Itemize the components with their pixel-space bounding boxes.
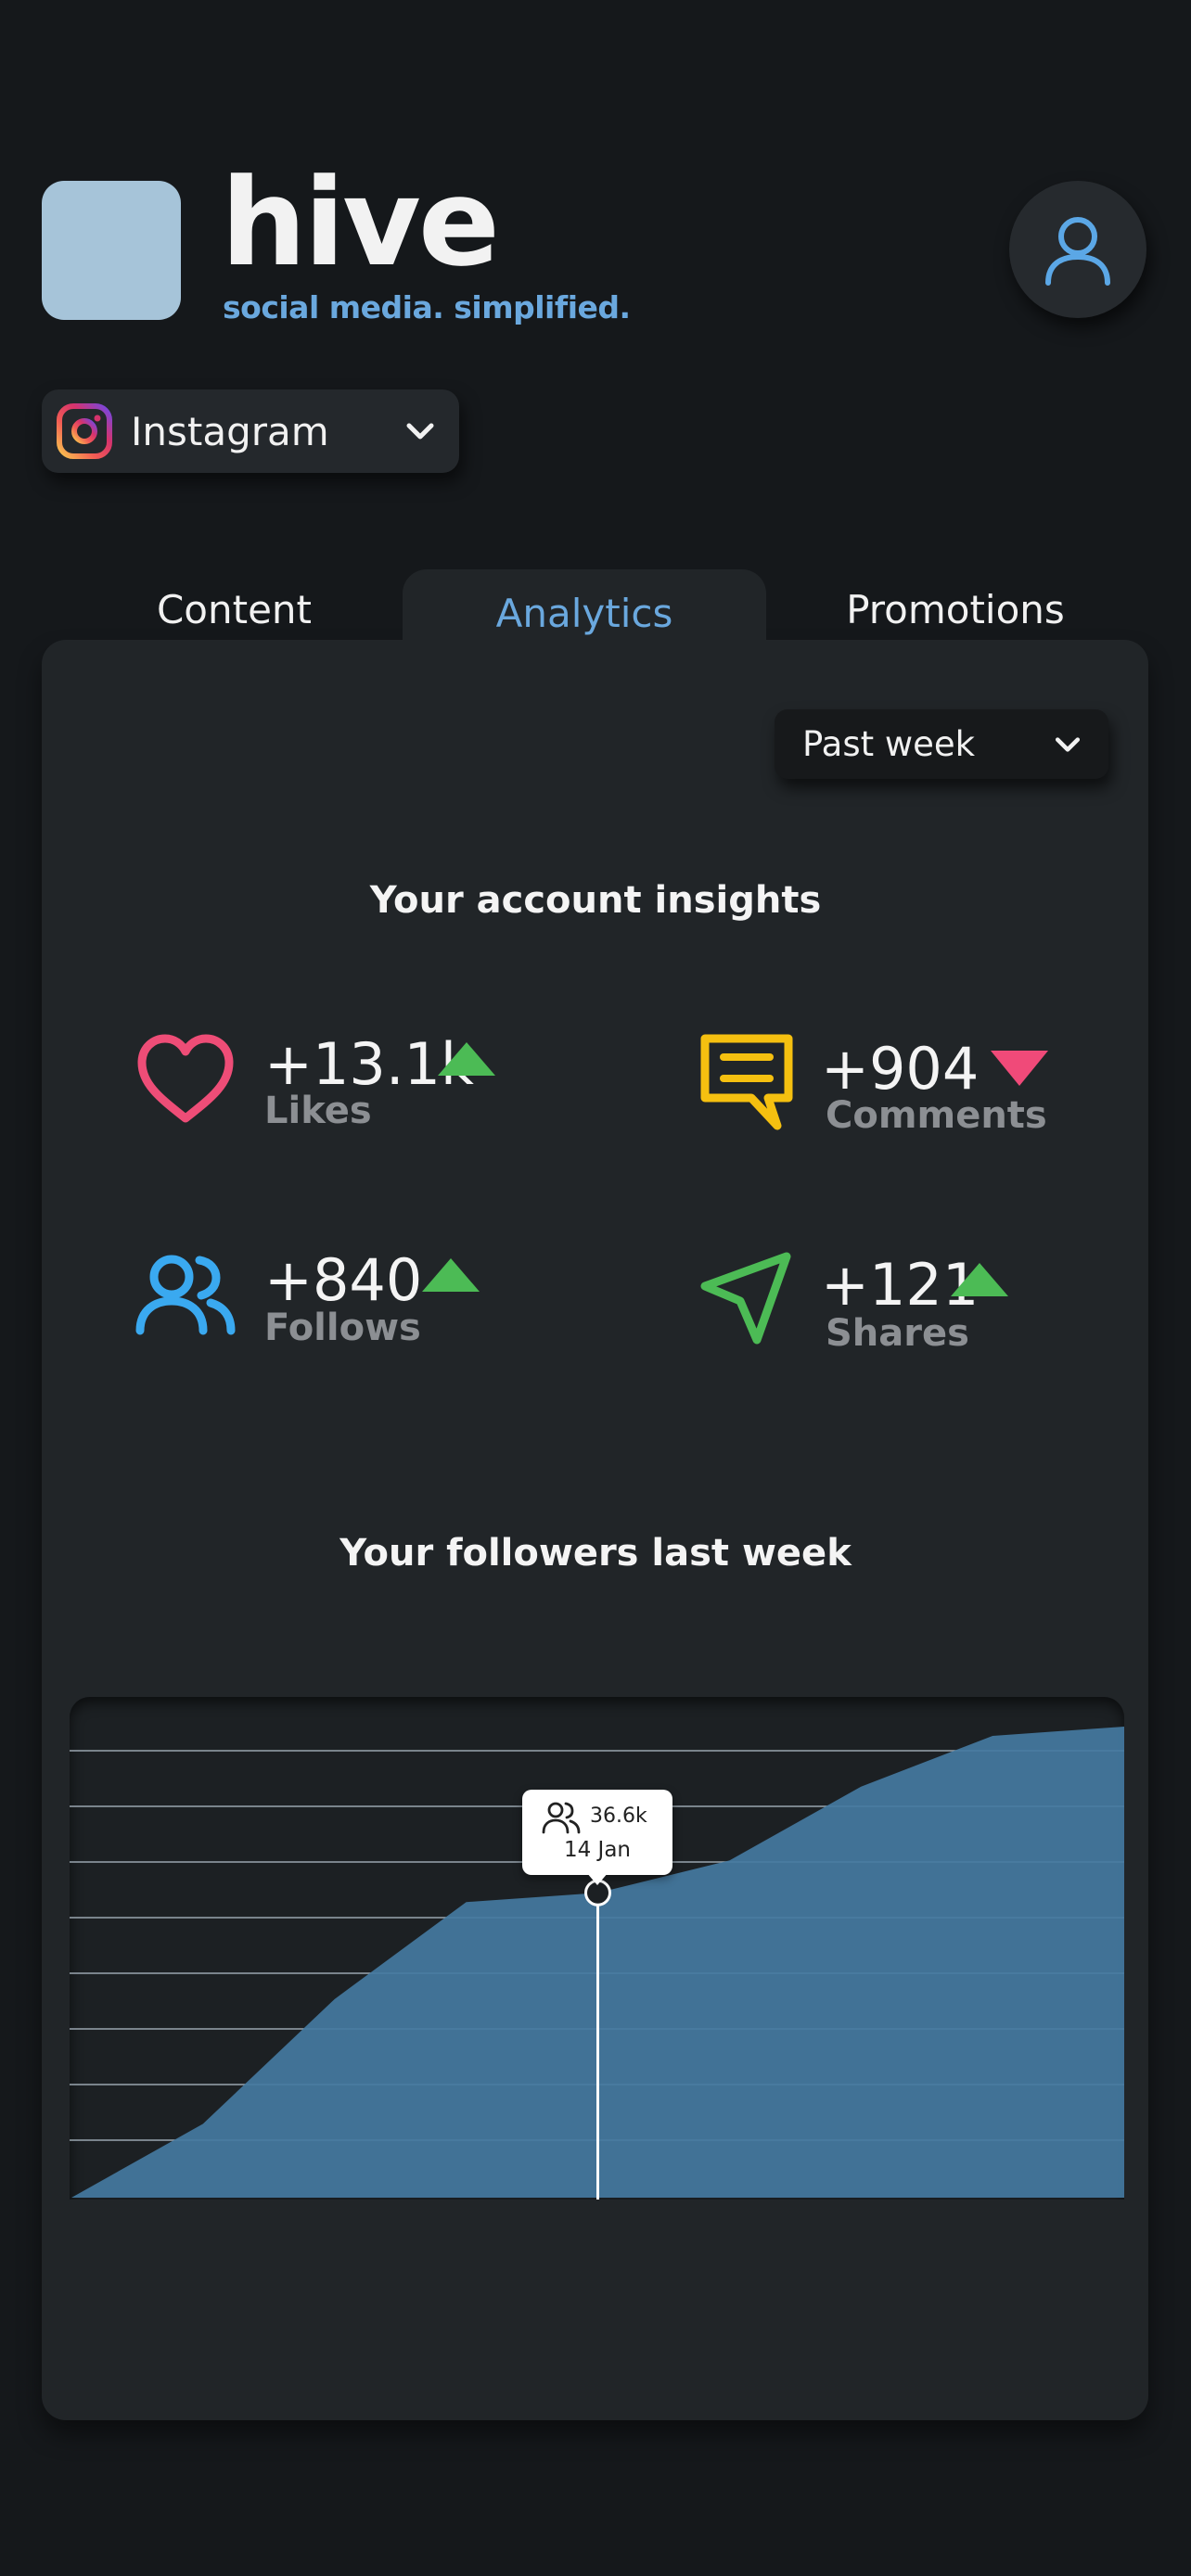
insights-title: Your account insights <box>369 879 822 922</box>
app-logo <box>42 181 181 320</box>
brand-name: hive <box>221 152 500 293</box>
likes-label: Likes <box>264 1090 372 1132</box>
tab-promotions[interactable]: Promotions <box>816 567 1095 651</box>
followers-chart <box>70 1697 1124 2200</box>
tooltip-follower-count: 36.6k <box>590 1804 647 1828</box>
comments-label: Comments <box>826 1094 1047 1137</box>
trend-up-indicator <box>438 1042 495 1076</box>
profile-button[interactable] <box>1009 181 1146 318</box>
period-label: Past week <box>802 724 976 764</box>
trend-down-indicator <box>991 1051 1048 1086</box>
follows-label: Follows <box>264 1307 421 1349</box>
tab-analytics[interactable]: Analytics <box>403 569 766 671</box>
platform-label: Instagram <box>131 408 329 454</box>
chart-tooltip: 36.6k 14 Jan <box>522 1790 672 1875</box>
tooltip-pointer <box>586 1872 608 1885</box>
trend-up-indicator <box>951 1263 1008 1296</box>
users-icon <box>542 1802 581 1834</box>
instagram-icon <box>57 403 112 459</box>
follows-value: +840 <box>264 1246 423 1314</box>
comment-icon <box>700 1034 793 1130</box>
tooltip-date: 14 Jan <box>563 1838 632 1862</box>
chevron-down-icon <box>1055 736 1081 752</box>
platform-dropdown[interactable]: Instagram <box>42 389 459 473</box>
user-icon <box>1045 217 1110 286</box>
heart-icon <box>137 1034 234 1123</box>
chevron-down-icon <box>406 423 434 440</box>
brand-tagline: social media. simplified. <box>223 289 631 325</box>
followers-area-chart <box>70 1727 1124 2200</box>
period-dropdown[interactable]: Past week <box>775 709 1108 779</box>
tab-content[interactable]: Content <box>111 567 357 651</box>
comments-value: +904 <box>821 1035 980 1103</box>
shares-label: Shares <box>826 1312 969 1355</box>
users-icon <box>135 1255 236 1335</box>
send-icon <box>700 1252 791 1345</box>
trend-up-indicator <box>422 1258 480 1292</box>
followers-chart-title: Your followers last week <box>339 1532 852 1575</box>
